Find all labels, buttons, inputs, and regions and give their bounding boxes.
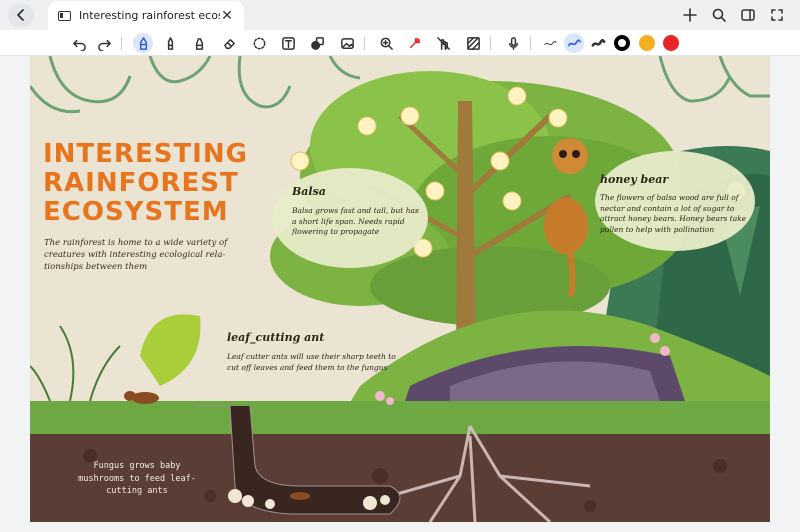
undo-button[interactable]	[69, 33, 89, 53]
poster-title: INTERESTING RAINFOREST ECOSYSTEM	[43, 140, 263, 227]
lasso-tool-button[interactable]	[249, 33, 269, 53]
expand-icon	[771, 9, 783, 21]
new-tab-button[interactable]	[677, 3, 703, 27]
stroke-medium-icon	[567, 38, 581, 46]
honey-bear-heading: honey bear	[600, 173, 669, 186]
pen-tool-button[interactable]	[133, 33, 153, 53]
back-button[interactable]	[8, 3, 34, 27]
stroke-thin-button[interactable]	[540, 33, 560, 53]
lasso-icon	[253, 37, 265, 49]
search-icon	[712, 8, 726, 22]
poster-title-line: RAINFOREST	[43, 168, 239, 198]
leaf-ant-text: Leaf cutter ants will use their sharp te…	[227, 352, 396, 372]
drawing-toolbar	[0, 30, 800, 56]
color-swatch-yellow[interactable]	[639, 35, 655, 51]
stroke-thick-icon	[591, 38, 605, 47]
highlighter-icon	[195, 37, 203, 50]
toolbar-divider	[490, 37, 491, 50]
microphone-icon	[508, 36, 518, 50]
poster-title-line: ECOSYSTEM	[43, 197, 229, 227]
leaf-ant-heading: leaf_cutting ant	[227, 331, 325, 344]
stroke-thick-button[interactable]	[588, 33, 608, 53]
redo-button[interactable]	[94, 33, 114, 53]
document-tab[interactable]: Interesting rainforest ecosystem ✕	[48, 1, 244, 30]
canvas-area[interactable]: INTERESTING RAINFOREST ECOSYSTEM The rai…	[0, 56, 800, 532]
voice-input-button[interactable]	[503, 33, 523, 53]
shape-tool-button[interactable]	[307, 33, 327, 53]
hand-off-icon	[436, 36, 450, 50]
balsa-text: Balsa grows fast and tall, but has a sho…	[292, 206, 419, 236]
fungus-text: Fungus grows baby mushrooms to feed leaf…	[78, 461, 196, 496]
search-button[interactable]	[706, 3, 732, 27]
pen-icon	[139, 36, 147, 50]
tab-bar: Interesting rainforest ecosystem ✕	[0, 0, 800, 30]
toolbar-divider	[121, 37, 122, 50]
text-icon	[281, 36, 295, 50]
poster-title-line: INTERESTING	[43, 139, 248, 169]
color-swatch-black[interactable]	[614, 35, 630, 51]
background-pattern-button[interactable]	[463, 33, 483, 53]
honey-bear-text: The flowers of balsa wood are full of ne…	[600, 193, 747, 234]
fullscreen-button[interactable]	[764, 3, 790, 27]
laser-pointer-button[interactable]	[404, 33, 424, 53]
close-tab-icon[interactable]: ✕	[220, 8, 234, 24]
pattern-icon	[466, 36, 480, 50]
sidebar-toggle-button[interactable]	[735, 3, 761, 27]
document-icon	[58, 10, 71, 21]
undo-icon	[72, 39, 86, 51]
shape-icon	[310, 36, 324, 50]
zoom-tool-button[interactable]	[376, 33, 396, 53]
sidebar-icon	[741, 9, 755, 21]
pencil-tool-button[interactable]	[160, 33, 180, 53]
chevron-left-icon	[17, 9, 24, 21]
touch-draw-toggle[interactable]	[433, 33, 453, 53]
text-tool-button[interactable]	[278, 33, 298, 53]
toolbar-divider	[530, 37, 531, 50]
eraser-icon	[223, 38, 235, 49]
image-icon	[340, 37, 354, 49]
image-tool-button[interactable]	[337, 33, 357, 53]
color-swatch-red[interactable]	[663, 35, 679, 51]
redo-icon	[97, 39, 111, 51]
toolbar-divider	[364, 37, 365, 50]
poster-page[interactable]: INTERESTING RAINFOREST ECOSYSTEM The rai…	[30, 56, 770, 522]
stroke-medium-button[interactable]	[564, 33, 584, 53]
balsa-heading: Balsa	[292, 185, 326, 198]
tab-title: Interesting rainforest ecosystem	[79, 9, 220, 22]
pencil-icon	[167, 36, 173, 50]
intro-text: The rainforest is home to a wide variety…	[44, 238, 228, 272]
highlighter-tool-button[interactable]	[189, 33, 209, 53]
laser-pointer-icon	[409, 37, 420, 48]
zoom-in-icon	[380, 37, 393, 50]
stroke-thin-icon	[543, 40, 557, 45]
eraser-tool-button[interactable]	[219, 33, 239, 53]
plus-icon	[683, 8, 697, 22]
rainforest-illustration	[30, 56, 770, 522]
